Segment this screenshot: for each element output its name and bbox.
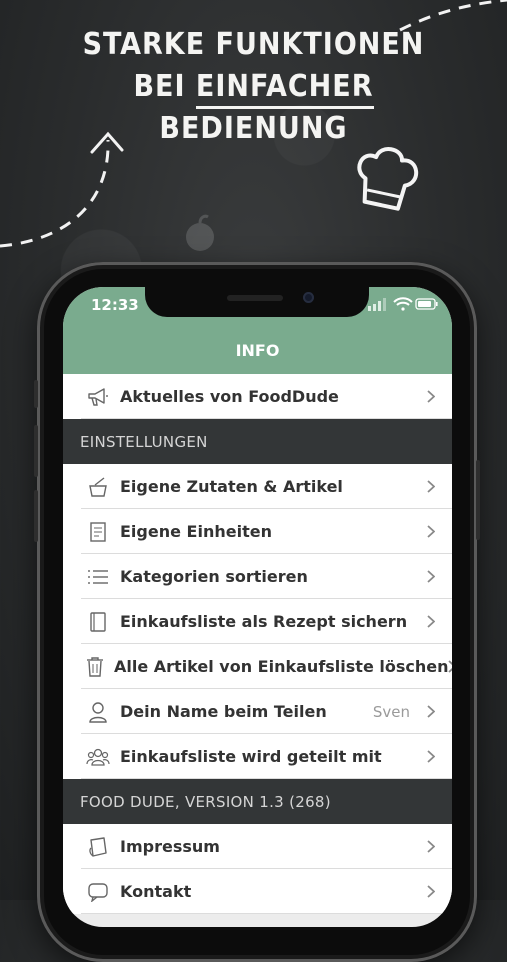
list-item-news[interactable]: Aktuelles von FoodDude	[63, 374, 452, 419]
chevron-right-icon	[424, 750, 438, 763]
settings-item-ingredients[interactable]: Eigene Zutaten & Artikel	[63, 464, 452, 509]
section-header-version: FOOD DUDE, VERSION 1.3 (268)	[63, 779, 452, 824]
front-camera	[303, 292, 314, 303]
section-header-settings: EINSTELLUNGEN	[63, 419, 452, 464]
info-item-kontakt[interactable]: Kontakt	[63, 869, 452, 914]
info-item-impressum[interactable]: Impressum	[63, 824, 452, 869]
settings-item-label: Alle Artikel von Einkaufsliste löschen	[114, 657, 449, 676]
pot-icon	[86, 475, 110, 499]
headline-underlined-word: EINFACHER	[195, 69, 374, 109]
page-title: INFO	[235, 341, 280, 360]
chevron-right-icon	[424, 390, 438, 403]
dashed-arrow-left	[0, 139, 110, 248]
settings-item-save-recipe[interactable]: Einkaufsliste als Rezept sichern	[63, 599, 452, 644]
phone-power-button	[476, 460, 480, 540]
headline-line2: BEI EINFACHER	[0, 66, 507, 109]
navigation-bar: 12:33 INFO	[63, 287, 452, 374]
settings-item-label: Einkaufsliste wird geteilt mit	[120, 747, 382, 766]
chevron-right-icon	[424, 615, 438, 628]
chevron-right-icon	[424, 480, 438, 493]
settings-item-delete-all[interactable]: Alle Artikel von Einkaufsliste löschen	[63, 644, 452, 689]
list-icon	[86, 565, 110, 589]
info-item-label: Kontakt	[120, 882, 192, 901]
chevron-right-icon	[448, 660, 452, 673]
settings-item-label: Eigene Zutaten & Artikel	[120, 477, 343, 496]
phone-silent-switch	[34, 380, 38, 408]
chevron-right-icon	[424, 840, 438, 853]
status-time: 12:33	[91, 296, 139, 314]
news-label: Aktuelles von FoodDude	[120, 387, 339, 406]
settings-item-units[interactable]: Eigene Einheiten	[63, 509, 452, 554]
headline-line1: STARKE FUNKTIONEN	[82, 27, 425, 62]
settings-item-share-name[interactable]: Dein Name beim Teilen Sven	[63, 689, 452, 734]
wifi-icon	[393, 297, 413, 311]
settings-item-categories[interactable]: Kategorien sortieren	[63, 554, 452, 599]
headline-line2-prefix: BEI	[133, 69, 196, 104]
chevron-right-icon	[424, 525, 438, 538]
document-icon	[86, 520, 110, 544]
chevron-right-icon	[424, 705, 438, 718]
chevron-right-icon	[424, 885, 438, 898]
trash-icon	[86, 655, 104, 679]
megaphone-icon	[86, 385, 110, 409]
phone-volume-down	[34, 490, 38, 542]
chef-hat-icon	[357, 147, 419, 211]
phone-screen: 12:33 INFO Aktuelles von FoodDude EINSTE…	[63, 287, 452, 927]
battery-icon	[415, 298, 438, 310]
phone-notch	[145, 287, 369, 317]
settings-item-shared-with[interactable]: Einkaufsliste wird geteilt mit	[63, 734, 452, 779]
status-icons	[368, 297, 438, 311]
signal-icon	[368, 298, 386, 311]
settings-item-label: Eigene Einheiten	[120, 522, 272, 541]
speaker-grille	[227, 295, 283, 301]
headline: STARKE FUNKTIONEN BEI EINFACHER BEDIENUN…	[0, 24, 507, 150]
paper-icon	[86, 835, 110, 859]
group-icon	[86, 745, 110, 769]
settings-item-label: Kategorien sortieren	[120, 567, 308, 586]
person-icon	[86, 700, 110, 724]
chalk-apple-icon	[186, 214, 214, 251]
book-icon	[86, 610, 110, 634]
headline-line3: BEDIENUNG	[159, 111, 348, 146]
settings-item-label: Einkaufsliste als Rezept sichern	[120, 612, 408, 631]
info-item-label: Impressum	[120, 837, 220, 856]
share-name-value: Sven	[372, 702, 410, 721]
phone-volume-up	[34, 425, 38, 477]
chevron-right-icon	[424, 570, 438, 583]
settings-item-label: Dein Name beim Teilen	[120, 702, 327, 721]
